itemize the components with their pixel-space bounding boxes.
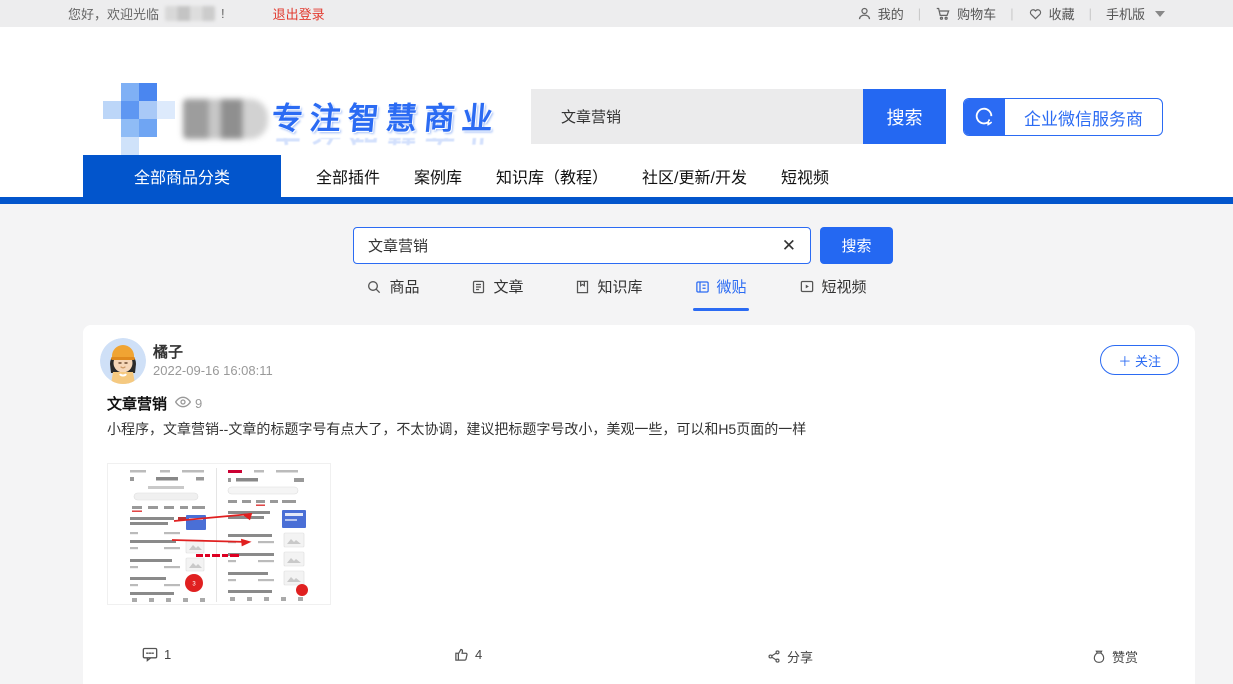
avatar[interactable]	[100, 338, 146, 384]
logout-link[interactable]: 退出登录	[273, 4, 325, 23]
tab-articles[interactable]: 文章	[471, 276, 523, 311]
article-icon	[471, 279, 486, 295]
nav-all-plugins[interactable]: 全部插件	[299, 155, 397, 197]
nav-case-library[interactable]: 案例库	[397, 155, 479, 197]
site-header: 专注智慧商业 专注智慧商业 文章营销 搜索 企业微信服务商	[0, 27, 1233, 155]
thumbs-up-icon	[454, 647, 469, 662]
post-card: 橘子 2022-09-16 16:08:11 ＋ 关注 文章营销 9 小程序，文…	[83, 325, 1195, 684]
greeting: 您好，欢迎光临! 退出登录	[68, 4, 325, 23]
header-search-button[interactable]: 搜索	[863, 89, 946, 144]
favorites-link[interactable]: 收藏	[1028, 4, 1075, 23]
view-count: 9	[195, 396, 202, 411]
header-search-input[interactable]: 文章营销	[531, 89, 863, 144]
post-title-row: 文章营销 9	[107, 393, 202, 414]
reward-pouch-icon	[1092, 649, 1106, 664]
reward-button[interactable]: 赞赏	[1092, 647, 1138, 666]
knowledge-icon	[575, 279, 590, 295]
share-label: 分享	[787, 647, 813, 666]
redacted-logo-text	[183, 99, 268, 139]
comment-count: 1	[164, 647, 171, 662]
post-actions: 1 4 分享	[83, 647, 1195, 671]
post-content: 小程序，文章营销--文章的标题字号有点大了，不太协调，建议把标题字号改小，美观一…	[107, 419, 806, 439]
share-icon	[767, 649, 781, 664]
tab-short-video[interactable]: 短视频	[799, 276, 867, 311]
wechat-service-label: 企业微信服务商	[1004, 99, 1162, 135]
results-search-value: 文章营销	[368, 235, 428, 256]
favorites-label: 收藏	[1049, 4, 1075, 23]
separator: |	[918, 6, 921, 21]
cart-link[interactable]: 购物车	[935, 4, 996, 23]
nav-accent-strip	[0, 197, 1233, 204]
eye-icon	[175, 396, 191, 411]
result-type-tabs: 商品 文章 知识库 微贴 短视频	[0, 276, 1233, 311]
post-icon	[695, 279, 710, 295]
like-button[interactable]: 4	[454, 647, 482, 662]
results-search-input[interactable]: 文章营销 ✕	[353, 227, 811, 264]
main-nav: 全部商品分类 全部插件 案例库 知识库（教程） 社区/更新/开发 短视频	[0, 155, 1233, 197]
wechat-service-button[interactable]: 企业微信服务商	[963, 98, 1163, 136]
site-tagline: 专注智慧商业	[270, 93, 502, 138]
comment-icon	[142, 647, 158, 662]
results-search-button[interactable]: 搜索	[820, 227, 893, 264]
my-account-link[interactable]: 我的	[857, 4, 904, 23]
site-tagline-reflection: 专注智慧商业	[271, 138, 500, 154]
view-counter: 9	[175, 396, 202, 411]
follow-button[interactable]: ＋ 关注	[1100, 345, 1179, 375]
topbar-links: 我的 | 购物车 | 收藏 | 手机版	[857, 4, 1165, 23]
cart-label: 购物车	[957, 4, 996, 23]
greeting-text: 您好，欢迎光临	[68, 4, 159, 23]
like-count: 4	[475, 647, 482, 662]
mobile-version-label: 手机版	[1106, 4, 1145, 23]
greeting-suffix: !	[221, 6, 225, 21]
reward-label: 赞赏	[1112, 647, 1138, 666]
nav-community[interactable]: 社区/更新/开发	[625, 155, 764, 197]
share-button[interactable]: 分享	[767, 647, 813, 666]
user-icon	[857, 6, 872, 21]
mobile-version-menu[interactable]: 手机版	[1106, 4, 1165, 23]
page-body: 文章营销 ✕ 搜索 商品 文章 知识库	[0, 204, 1233, 684]
tab-micro-posts[interactable]: 微贴	[695, 276, 747, 311]
post-attachment-image[interactable]: 3	[107, 463, 331, 605]
header-search: 文章营销 搜索	[531, 89, 946, 144]
wechat-chat-icon	[964, 99, 1004, 135]
video-icon	[799, 279, 815, 294]
post-author[interactable]: 橘子	[153, 341, 183, 362]
comment-button[interactable]: 1	[142, 647, 171, 662]
chevron-down-icon	[1155, 11, 1165, 17]
my-account-label: 我的	[878, 4, 904, 23]
tab-goods[interactable]: 商品	[366, 276, 419, 311]
heart-icon	[1028, 7, 1043, 21]
post-timestamp: 2022-09-16 16:08:11	[153, 363, 273, 378]
cart-icon	[935, 6, 951, 21]
topbar: 您好，欢迎光临! 退出登录 我的 | 购物车 | 收藏	[0, 0, 1233, 27]
post-title[interactable]: 文章营销	[107, 393, 167, 414]
tab-knowledge[interactable]: 知识库	[575, 276, 642, 311]
clear-search-icon[interactable]: ✕	[782, 236, 796, 256]
nav-knowledge-base[interactable]: 知识库（教程）	[479, 155, 625, 197]
redacted-username	[165, 6, 215, 21]
search-icon	[366, 279, 382, 295]
site-logo[interactable]	[103, 83, 175, 155]
nav-short-video[interactable]: 短视频	[764, 155, 846, 197]
separator: |	[1010, 6, 1013, 21]
separator: |	[1089, 6, 1092, 21]
nav-all-categories[interactable]: 全部商品分类	[83, 155, 281, 197]
tagline-wrap: 专注智慧商业 专注智慧商业	[272, 93, 500, 154]
